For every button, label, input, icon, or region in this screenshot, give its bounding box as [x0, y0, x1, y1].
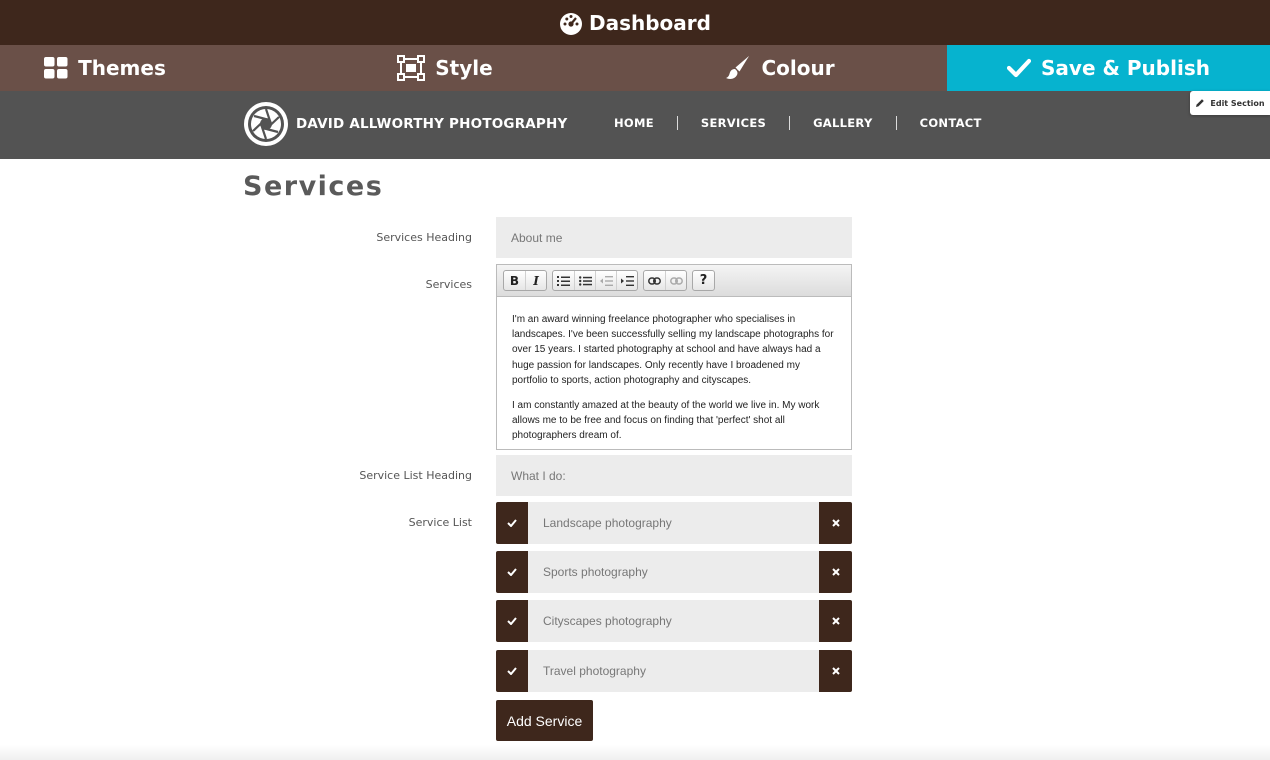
service-check-button[interactable]	[496, 502, 528, 544]
editor-paragraph: I am constantly amazed at the beauty of …	[512, 400, 820, 442]
edit-section-button[interactable]: Edit Section	[1190, 91, 1270, 115]
service-list-item: Cityscapes photography	[496, 600, 852, 642]
close-icon	[831, 519, 840, 527]
numbered-list-icon[interactable]	[553, 271, 574, 290]
tab-style[interactable]: Style	[210, 45, 680, 91]
close-icon	[831, 667, 840, 675]
checkmark-icon	[1007, 58, 1032, 78]
outdent-icon[interactable]	[595, 271, 616, 290]
footer-edge	[0, 745, 1270, 760]
nav-link-contact[interactable]: CONTACT	[920, 116, 982, 130]
bold-button[interactable]: B	[504, 271, 525, 290]
camera-aperture-logo	[243, 101, 289, 147]
services-label: Services	[425, 278, 472, 291]
dashboard-title: Dashboard	[589, 10, 711, 35]
dashboard-gauge-icon	[559, 11, 583, 35]
editor-content[interactable]: I'm an award winning freelance photograp…	[497, 297, 851, 444]
nav-link-gallery[interactable]: GALLERY	[813, 116, 873, 130]
services-heading-input[interactable]: About me	[496, 217, 852, 258]
page-title: Services	[243, 171, 384, 202]
nav-divider	[676, 116, 678, 130]
indent-icon[interactable]	[616, 271, 637, 290]
service-remove-button[interactable]	[819, 551, 852, 593]
italic-button[interactable]: I	[525, 271, 546, 290]
service-list-item: Landscape photography	[496, 502, 852, 544]
tab-colour[interactable]: Colour	[680, 45, 880, 91]
site-header: DAVID ALLWORTHY PHOTOGRAPHY HOME SERVICE…	[0, 91, 1270, 159]
tabs-spacer	[880, 45, 947, 91]
service-check-button[interactable]	[496, 551, 528, 593]
tab-style-label: Style	[435, 56, 493, 80]
tab-colour-label: Colour	[761, 56, 835, 80]
site-nav: HOME SERVICES GALLERY CONTACT	[596, 116, 982, 130]
save-publish-button[interactable]: Save & Publish	[947, 45, 1270, 91]
unlink-icon[interactable]	[665, 271, 686, 290]
help-icon[interactable]: ?	[693, 271, 714, 290]
editor-paragraph: I'm an award winning freelance photograp…	[512, 314, 834, 386]
site-brand-name[interactable]: DAVID ALLWORTHY PHOTOGRAPHY	[296, 116, 568, 132]
check-icon	[507, 568, 517, 576]
nav-link-services[interactable]: SERVICES	[701, 116, 766, 130]
paintbrush-icon	[725, 55, 751, 81]
service-item-input[interactable]: Cityscapes photography	[528, 600, 819, 642]
bullet-list-icon[interactable]	[574, 271, 595, 290]
dashboard-bar[interactable]: Dashboard	[0, 0, 1270, 45]
add-service-button[interactable]: Add Service	[496, 700, 593, 741]
service-list-item: Sports photography	[496, 551, 852, 593]
service-item-input[interactable]: Sports photography	[528, 551, 819, 593]
help-group: ?	[692, 270, 715, 291]
nav-divider	[789, 116, 791, 130]
close-icon	[831, 617, 840, 625]
save-publish-label: Save & Publish	[1041, 56, 1210, 80]
service-list-item: Travel photography	[496, 650, 852, 692]
frame-icon	[397, 55, 426, 81]
nav-link-home[interactable]: HOME	[614, 116, 654, 130]
service-list-heading-input[interactable]: What I do:	[496, 455, 852, 496]
link-icon[interactable]	[644, 271, 665, 290]
close-icon	[831, 568, 840, 576]
list-group	[552, 270, 638, 291]
tab-themes[interactable]: Themes	[0, 45, 210, 91]
service-remove-button[interactable]	[819, 650, 852, 692]
format-group: B I	[503, 270, 547, 291]
service-list-heading-label: Service List Heading	[359, 469, 472, 482]
services-heading-label: Services Heading	[376, 231, 472, 244]
service-remove-button[interactable]	[819, 502, 852, 544]
service-remove-button[interactable]	[819, 600, 852, 642]
editor-toolbar: B I ?	[497, 265, 851, 297]
check-icon	[507, 617, 517, 625]
grid-icon	[44, 57, 68, 79]
edit-section-label: Edit Section	[1210, 98, 1265, 108]
check-icon	[507, 667, 517, 675]
pencil-icon	[1195, 98, 1205, 108]
service-check-button[interactable]	[496, 600, 528, 642]
tab-themes-label: Themes	[78, 56, 166, 80]
service-item-input[interactable]: Landscape photography	[528, 502, 819, 544]
nav-divider	[895, 116, 897, 130]
link-group	[643, 270, 687, 291]
editor-tabs: Themes Style Colour Save & Publish	[0, 45, 1270, 91]
services-rich-text-editor[interactable]: B I ? I'm an award winning freelance pho…	[496, 264, 852, 450]
service-check-button[interactable]	[496, 650, 528, 692]
service-list-label: Service List	[408, 516, 472, 529]
service-item-input[interactable]: Travel photography	[528, 650, 819, 692]
check-icon	[507, 519, 517, 527]
